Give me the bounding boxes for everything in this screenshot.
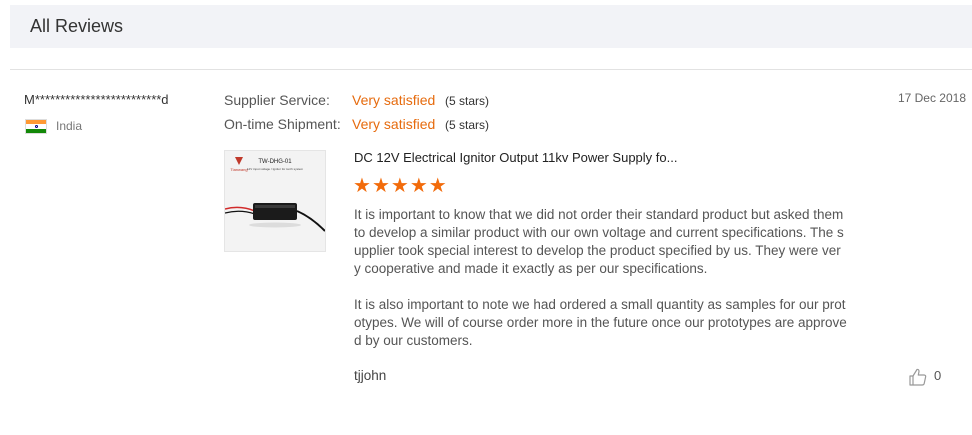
star-icon: ★	[353, 175, 371, 197]
product-rating-stars: ★★★★★	[353, 176, 448, 197]
helpful-button[interactable]: 0	[908, 367, 941, 387]
review-author: tjjohn	[354, 368, 387, 383]
rating-label: On-time Shipment:	[224, 116, 341, 132]
thumbs-up-icon	[909, 368, 927, 386]
page-title: All Reviews	[30, 16, 124, 36]
rating-stars-text: (5 stars)	[445, 118, 490, 132]
review-paragraph: It is important to know that we did not …	[354, 207, 844, 276]
review-date: 17 Dec 2018	[897, 91, 966, 105]
product-image: Tianwang TW-DHG-01 12V input voltage / I…	[225, 151, 325, 251]
rating-stars-text: (5 stars)	[445, 94, 490, 108]
review-paragraph: It is also important to note we had orde…	[354, 297, 847, 348]
india-flag-icon	[25, 119, 47, 134]
divider	[10, 69, 972, 70]
star-icon: ★	[371, 175, 390, 197]
review-body: It is important to know that we did not …	[354, 206, 847, 350]
product-thumbnail[interactable]: Tianwang TW-DHG-01 12V input voltage / I…	[224, 150, 326, 252]
rating-value: Very satisfied	[352, 116, 436, 132]
rating-label: Supplier Service:	[224, 92, 330, 108]
reviewer-name: M*************************d	[24, 92, 169, 107]
helpful-count: 0	[934, 368, 942, 383]
product-image-brand: Tianwang	[230, 167, 247, 172]
star-icon: ★	[409, 175, 428, 197]
reviews-header: All Reviews	[10, 5, 972, 48]
star-icon: ★	[390, 175, 409, 197]
reviewer-country: India	[56, 119, 83, 133]
star-icon: ★	[428, 175, 447, 197]
product-title-link[interactable]: DC 12V Electrical Ignitor Output 11kv Po…	[354, 150, 677, 165]
product-image-label: TW-DHG-01	[258, 159, 292, 165]
rating-value: Very satisfied	[352, 92, 436, 108]
product-image-caption: 12V input voltage / Ignitor for torch sy…	[247, 167, 304, 171]
